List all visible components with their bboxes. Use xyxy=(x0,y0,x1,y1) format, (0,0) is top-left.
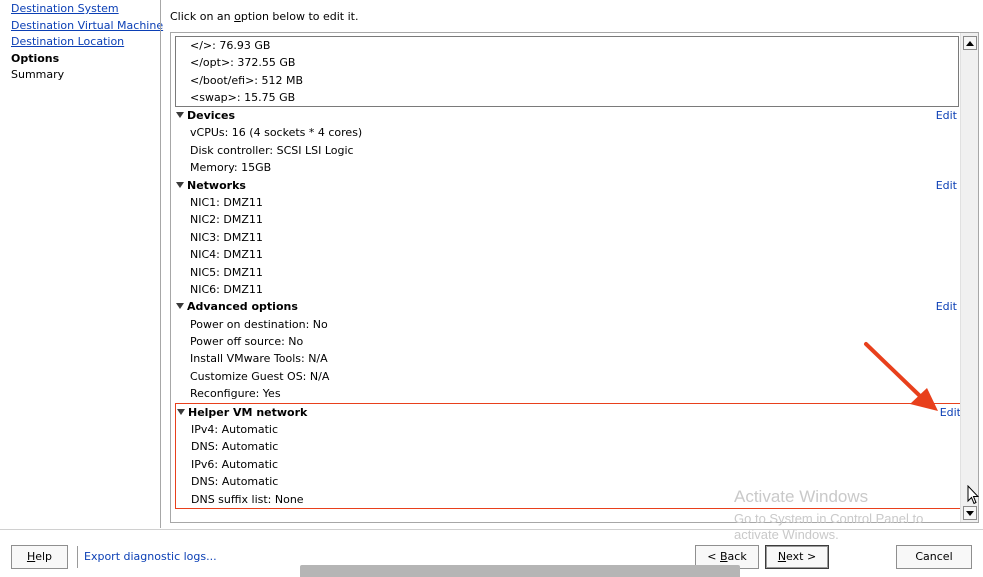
cancel-button[interactable]: Cancel xyxy=(896,545,972,569)
options-pane: </>: 76.93 GB </opt>: 372.55 GB </boot/e… xyxy=(170,32,979,523)
section-line: NIC4: DMZ11 xyxy=(190,248,263,262)
instruction-after: ption below to edit it. xyxy=(240,10,359,23)
section-line: NIC2: DMZ11 xyxy=(190,213,263,227)
help-accel: H xyxy=(26,550,36,563)
nav-item-destination-system[interactable]: Destination System xyxy=(11,1,160,18)
section-line: NIC3: DMZ11 xyxy=(190,230,263,244)
section-line: Customize Guest OS: N/A xyxy=(190,369,330,383)
edit-advanced-options-link[interactable]: Edit xyxy=(936,298,957,315)
disk-item: </>: 76.93 GB xyxy=(190,39,271,52)
section-line: IPv4: Automatic xyxy=(191,423,279,437)
section-title: Devices xyxy=(187,109,236,122)
section-line: Power on destination: No xyxy=(190,317,328,331)
section-header[interactable]: Helper VM network Edit xyxy=(176,404,961,421)
section-devices: Devices Edit vCPUs: 16 (4 sockets * 4 cor… xyxy=(172,107,960,177)
nav-item-destination-virtual-machine[interactable]: Destination Virtual Machine xyxy=(11,18,163,35)
section-line: vCPUs: 16 (4 sockets * 4 cores) xyxy=(190,126,363,140)
taskbar-overlay xyxy=(300,565,740,577)
edit-helper-vm-network-link[interactable]: Edit xyxy=(940,404,961,421)
mouse-cursor-icon xyxy=(967,485,979,505)
instruction-text: Click on an option below to edit it. xyxy=(170,10,358,23)
disk-item: </boot/efi>: 512 MB xyxy=(190,73,304,87)
back-accel: B xyxy=(720,550,728,563)
section-header[interactable]: Advanced options Edit xyxy=(172,298,960,315)
help-button[interactable]: Help xyxy=(11,545,68,569)
section-line: Reconfigure: Yes xyxy=(190,387,281,401)
next-button[interactable]: Next > xyxy=(765,545,829,569)
nav-item-summary: Summary xyxy=(11,68,65,81)
section-line: Disk controller: SCSI LSI Logic xyxy=(190,143,354,157)
next-accel: N xyxy=(777,550,787,563)
section-header[interactable]: Networks Edit xyxy=(172,177,960,194)
section-line: IPv6: Automatic xyxy=(191,457,279,471)
section-header[interactable]: Devices Edit xyxy=(172,107,960,124)
arrow-down-icon xyxy=(966,510,974,516)
collapse-triangle-icon[interactable] xyxy=(176,181,184,188)
scroll-up-button[interactable] xyxy=(963,36,977,50)
annotation-arrow-icon xyxy=(864,342,938,411)
section-line: DNS: Automatic xyxy=(191,440,279,454)
section-helper-vm-network: Helper VM network Edit IPv4: Automatic DN… xyxy=(175,402,962,509)
section-title: Networks xyxy=(187,178,246,192)
footer-separator xyxy=(77,546,78,568)
vertical-scrollbar[interactable] xyxy=(960,33,978,522)
section-line: Memory: 15GB xyxy=(190,161,272,175)
section-line: Power off source: No xyxy=(190,335,304,349)
section-line: DNS suffix list: None xyxy=(191,492,304,506)
back-prefix: < xyxy=(707,550,720,563)
collapse-triangle-icon[interactable] xyxy=(177,408,185,415)
nav-item-destination-location[interactable]: Destination Location xyxy=(11,34,160,51)
edit-devices-link[interactable]: Edit xyxy=(936,107,957,124)
back-label: ack xyxy=(727,550,747,563)
footer-divider xyxy=(0,529,983,530)
disk-list-box[interactable]: </>: 76.93 GB </opt>: 372.55 GB </boot/e… xyxy=(175,36,959,107)
collapse-triangle-icon[interactable] xyxy=(176,303,184,310)
collapse-triangle-icon[interactable] xyxy=(176,112,184,118)
help-label: elp xyxy=(35,550,53,563)
nav-divider xyxy=(160,0,161,528)
section-title: Advanced options xyxy=(187,300,298,314)
export-diagnostic-logs-link[interactable]: Export diagnostic logs... xyxy=(84,550,217,563)
section-line: Install VMware Tools: N/A xyxy=(190,352,328,366)
next-label: ext > xyxy=(786,550,817,563)
instruction-accel: o xyxy=(234,10,241,23)
section-line: NIC6: DMZ11 xyxy=(190,282,263,296)
section-line: DNS: Automatic xyxy=(191,475,279,489)
disk-item: </opt>: 372.55 GB xyxy=(190,56,296,70)
section-advanced-options: Advanced options Edit Power on destinatio… xyxy=(172,298,960,402)
wizard-nav: Destination System Destination Virtual M… xyxy=(0,0,163,528)
arrow-up-icon xyxy=(966,40,974,46)
section-networks: Networks Edit NIC1: DMZ11 NIC2: DMZ11 NIC… xyxy=(172,177,960,299)
section-line: NIC5: DMZ11 xyxy=(190,265,263,279)
options-content: </>: 76.93 GB </opt>: 372.55 GB </boot/e… xyxy=(172,36,962,509)
section-title: Helper VM network xyxy=(188,405,308,419)
nav-item-options: Options xyxy=(11,51,60,65)
edit-networks-link[interactable]: Edit xyxy=(936,177,957,194)
scroll-down-button[interactable] xyxy=(963,506,977,520)
section-line: NIC1: DMZ11 xyxy=(190,195,263,209)
disk-item: <swap>: 15.75 GB xyxy=(190,90,296,104)
instruction-before: Click on an xyxy=(170,10,235,23)
